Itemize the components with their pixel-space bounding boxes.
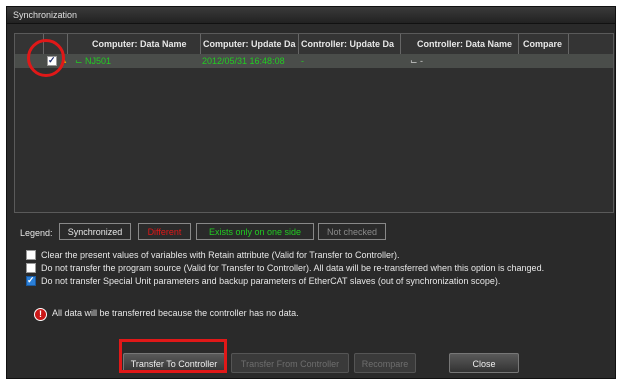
- status-message: All data will be transferred because the…: [52, 308, 299, 318]
- title-bar: Synchronization: [7, 7, 615, 24]
- computer-data-name: ⌙ NJ501: [75, 56, 112, 66]
- controller-data-name: ⌙ -: [410, 56, 424, 66]
- table-row[interactable]: ▲ ⌙ NJ501 2012/05/31 16:48:08 - ⌙ -: [15, 54, 613, 68]
- compare-cell: [520, 54, 565, 68]
- legend-synchronized: Synchronized: [59, 223, 131, 240]
- computer-update-date: 2012/05/31 16:48:08: [202, 56, 285, 66]
- option-clear-retain-label: Clear the present values of variables wi…: [41, 250, 400, 260]
- option-no-program-source-checkbox[interactable]: [26, 263, 36, 273]
- sync-table: Computer: Data Name Computer: Update Da …: [14, 33, 614, 213]
- close-button[interactable]: Close: [449, 353, 519, 373]
- highlight-circle: [27, 39, 65, 77]
- controller-update-date: -: [301, 56, 304, 66]
- option-no-special-unit-label: Do not transfer Special Unit parameters …: [41, 276, 501, 286]
- legend-label: Legend:: [20, 228, 53, 238]
- legend-different: Different: [138, 223, 191, 240]
- header-computer-name[interactable]: Computer: Data Name: [67, 34, 200, 54]
- header-controller-update[interactable]: Controller: Update Da: [298, 34, 400, 54]
- error-icon: !: [34, 308, 47, 321]
- legend-exists-one-side: Exists only on one side: [196, 223, 314, 240]
- header-filler: [568, 34, 613, 54]
- header-compare[interactable]: Compare: [518, 34, 568, 54]
- option-no-special-unit-checkbox[interactable]: [26, 275, 36, 286]
- transfer-from-controller-button[interactable]: Transfer From Controller: [231, 353, 349, 373]
- header-computer-update[interactable]: Computer: Update Da: [200, 34, 298, 54]
- window-title: Synchronization: [13, 10, 78, 20]
- recompare-button[interactable]: Recompare: [354, 353, 416, 373]
- header-controller-name[interactable]: Controller: Data Name: [400, 34, 518, 54]
- option-no-program-source-label: Do not transfer the program source (Vali…: [41, 263, 545, 273]
- option-clear-retain-checkbox[interactable]: [26, 250, 36, 260]
- legend-not-checked: Not checked: [318, 223, 386, 240]
- highlight-box: [119, 339, 227, 373]
- table-header: Computer: Data Name Computer: Update Da …: [15, 34, 613, 55]
- synchronization-dialog: Synchronization Computer: Data Name Comp…: [6, 6, 616, 379]
